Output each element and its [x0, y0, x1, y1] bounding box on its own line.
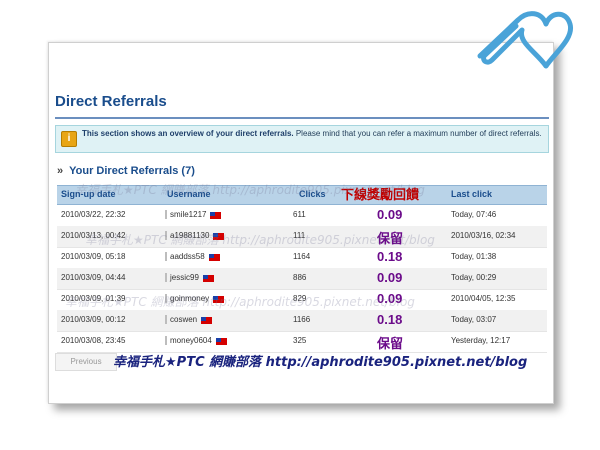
- clicks-cell: 1164: [293, 252, 311, 261]
- photo-frame: Direct Referrals i This section shows an…: [48, 42, 554, 404]
- watermark-2: 幸福手札★PTC 網賺部落 http://aphrodite905.pixnet…: [85, 233, 435, 247]
- username-cell[interactable]: aaddss58: [165, 252, 205, 261]
- screenshot-content: Direct Referrals i This section shows an…: [55, 53, 549, 393]
- watermark-1: 幸福手札★PTC 網賺部落 http://aphrodite905.pixnet…: [75, 183, 425, 197]
- banner-text-a: 幸福手札: [113, 355, 166, 370]
- country-flag-icon: [203, 275, 214, 282]
- blog-banner: 幸福手札★PTC 網賺部落 http://aphrodite905.pixnet…: [113, 351, 527, 370]
- last-click-cell: 2010/03/16, 02:34: [451, 231, 516, 240]
- bonus-cell: 0.09: [377, 270, 403, 285]
- bonus-cell: 保留: [377, 337, 404, 352]
- section-title-text: Your Direct Referrals (7): [69, 165, 195, 177]
- paperclip-heart-icon: [477, 11, 574, 69]
- username-cell[interactable]: coswen: [165, 315, 197, 324]
- table-row: 2010/03/09, 04:44 jessic99 886 0.09 Today, 0…: [57, 268, 547, 290]
- last-click-cell: 2010/04/05, 12:35: [451, 294, 516, 303]
- signup-cell: 2010/03/09, 05:18: [61, 252, 126, 261]
- clicks-cell: 1166: [293, 315, 311, 324]
- bonus-cell: 0.18: [377, 249, 403, 264]
- watermark-3: 幸福手札★PTC 網賺部落 http://aphrodite905.pixnet…: [65, 295, 415, 309]
- signup-cell: 2010/03/22, 22:32: [61, 210, 126, 219]
- username-cell[interactable]: money0604: [165, 336, 212, 345]
- signup-cell: 2010/03/08, 23:45: [61, 336, 126, 345]
- section-title: » Your Direct Referrals (7): [57, 165, 195, 181]
- last-click-cell: Yesterday, 12:17: [451, 336, 511, 345]
- col-last-click[interactable]: Last click: [451, 189, 492, 199]
- country-flag-icon: [201, 317, 212, 324]
- notice-bold: This section shows an overview of your d…: [82, 129, 294, 138]
- last-click-cell: Today, 01:38: [451, 252, 497, 261]
- username-cell[interactable]: jessic99: [165, 273, 199, 282]
- banner-text-b: PTC 網賺部落 http://aphrodite905.pixnet.net/…: [176, 355, 528, 370]
- country-flag-icon: [210, 212, 221, 219]
- bonus-cell: 0.09: [377, 207, 403, 222]
- username-cell[interactable]: smile1217: [165, 210, 206, 219]
- chevron-right-icon: »: [57, 165, 64, 177]
- signup-cell: 2010/03/09, 00:12: [61, 315, 126, 324]
- signup-cell: 2010/03/09, 04:44: [61, 273, 126, 282]
- country-flag-icon: [209, 254, 220, 261]
- page-title: Direct Referrals: [55, 93, 549, 119]
- previous-button[interactable]: Previous: [55, 353, 117, 371]
- clicks-cell: 886: [293, 273, 307, 282]
- info-notice: i This section shows an overview of your…: [55, 125, 549, 153]
- clicks-cell: 611: [293, 210, 306, 219]
- last-click-cell: Today, 03:07: [451, 315, 497, 324]
- last-click-cell: Today, 07:46: [451, 210, 497, 219]
- notice-text: This section shows an overview of your d…: [82, 128, 542, 139]
- table-row: 2010/03/22, 22:32 smile1217 611 0.09 Today, …: [57, 205, 547, 227]
- table-row: 2010/03/08, 23:45 money0604 325 保留 Yesterday…: [57, 331, 547, 353]
- clicks-cell: 325: [293, 336, 307, 345]
- notice-rest: Please mind that you can refer a maximum…: [293, 129, 542, 138]
- last-click-cell: Today, 00:29: [451, 273, 497, 282]
- banner-star: ★: [165, 355, 177, 370]
- table-row: 2010/03/09, 05:18 aaddss58 1164 0.18 Today, …: [57, 247, 547, 269]
- bonus-cell: 0.18: [377, 312, 403, 327]
- info-icon: i: [61, 131, 77, 147]
- table-row: 2010/03/09, 00:12 coswen 1166 0.18 Today, 03…: [57, 310, 547, 332]
- country-flag-icon: [216, 338, 227, 345]
